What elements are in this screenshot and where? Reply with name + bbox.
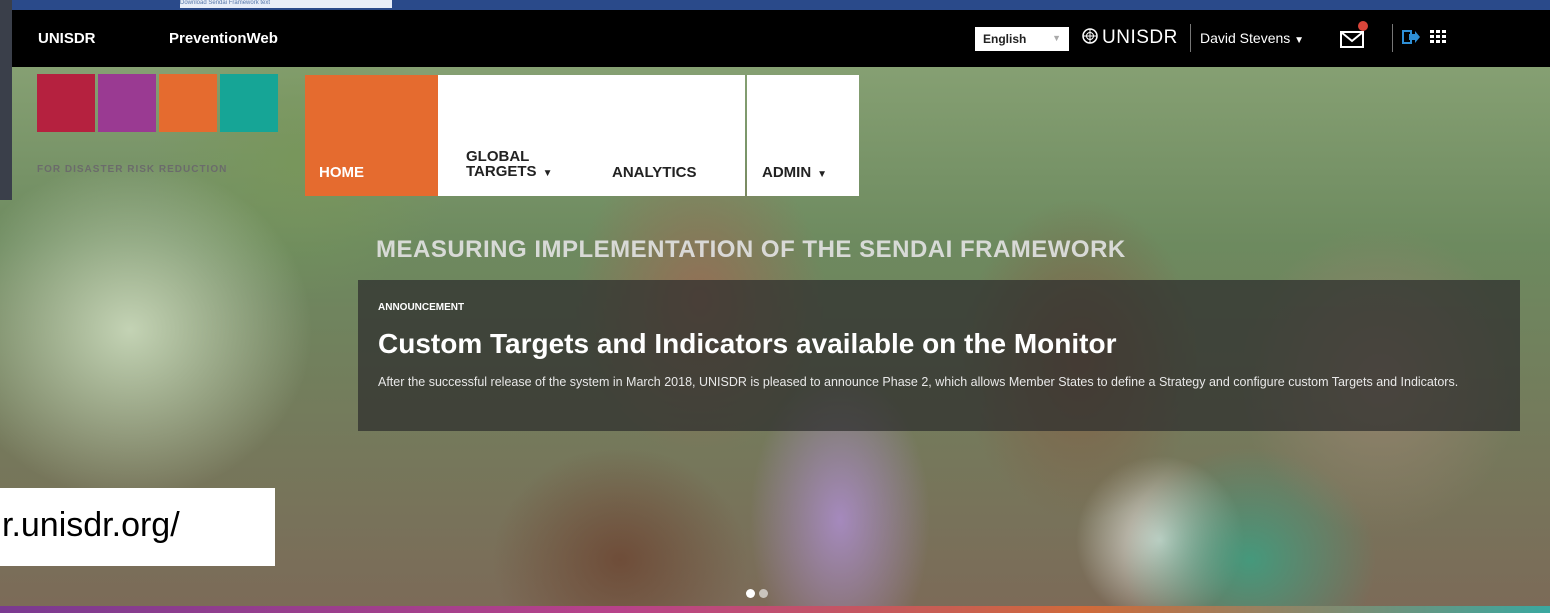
logo-square-orange bbox=[159, 74, 217, 132]
user-name-label: David Stevens bbox=[1200, 30, 1291, 46]
url-caption: r.unisdr.org/ bbox=[0, 488, 275, 566]
divider bbox=[1392, 24, 1393, 52]
nav-admin[interactable]: ADMIN ▼ bbox=[762, 165, 827, 182]
hero-title: MEASURING IMPLEMENTATION OF THE SENDAI F… bbox=[376, 236, 1126, 263]
preventionweb-link[interactable]: PreventionWeb bbox=[169, 30, 278, 47]
logo-square-teal bbox=[220, 74, 278, 132]
unisdr-org-name: UNISDR bbox=[1102, 27, 1178, 48]
divider bbox=[1190, 24, 1191, 52]
nav-home-label: HOME bbox=[319, 164, 364, 181]
announcement-headline[interactable]: Custom Targets and Indicators available … bbox=[378, 328, 1116, 360]
user-menu[interactable]: David Stevens ▼ bbox=[1200, 30, 1304, 46]
unisdr-link[interactable]: UNISDR bbox=[38, 30, 96, 47]
nav-global-targets-label-1: GLOBAL bbox=[466, 148, 530, 165]
carousel-indicators bbox=[746, 585, 772, 603]
nav-global-targets[interactable]: GLOBAL TARGETS ▼ bbox=[466, 149, 552, 181]
caret-down-icon: ▼ bbox=[1294, 35, 1305, 46]
apps-grid-icon[interactable] bbox=[1430, 30, 1446, 44]
sign-out-icon[interactable] bbox=[1402, 29, 1420, 45]
caret-down-icon: ▼ bbox=[817, 169, 828, 180]
logo-square-purple bbox=[98, 74, 156, 132]
screen-strip: Download Sendai Framework text bbox=[180, 0, 392, 8]
language-select[interactable]: English ▼ bbox=[975, 27, 1069, 51]
nav-analytics[interactable]: ANALYTICS bbox=[612, 165, 696, 180]
screen-frame-left bbox=[0, 0, 12, 200]
carousel-dot-1[interactable] bbox=[746, 589, 755, 598]
announcement-panel[interactable]: ANNOUNCEMENT Custom Targets and Indicato… bbox=[358, 280, 1520, 431]
announcement-body: After the successful release of the syst… bbox=[378, 375, 1459, 389]
top-bar: UNISDR PreventionWeb English ▼ UNISDR Da… bbox=[12, 10, 1550, 67]
carousel-dot-2[interactable] bbox=[759, 589, 768, 598]
logo-tagline: FOR DISASTER RISK REDUCTION bbox=[37, 164, 228, 175]
nav-global-targets-label-2: TARGETS bbox=[466, 163, 537, 180]
caret-down-icon: ▼ bbox=[542, 168, 553, 179]
chevron-down-icon: ▼ bbox=[1052, 33, 1061, 43]
language-select-value: English bbox=[983, 32, 1027, 46]
nav-admin-label: ADMIN bbox=[762, 164, 812, 181]
un-emblem-icon bbox=[1082, 28, 1098, 44]
announcement-label: ANNOUNCEMENT bbox=[378, 302, 465, 313]
screen-frame-bottom bbox=[0, 606, 1550, 613]
nav-home[interactable]: HOME bbox=[305, 75, 438, 196]
logo-square-red bbox=[37, 74, 95, 132]
notification-badge-icon bbox=[1358, 21, 1368, 31]
